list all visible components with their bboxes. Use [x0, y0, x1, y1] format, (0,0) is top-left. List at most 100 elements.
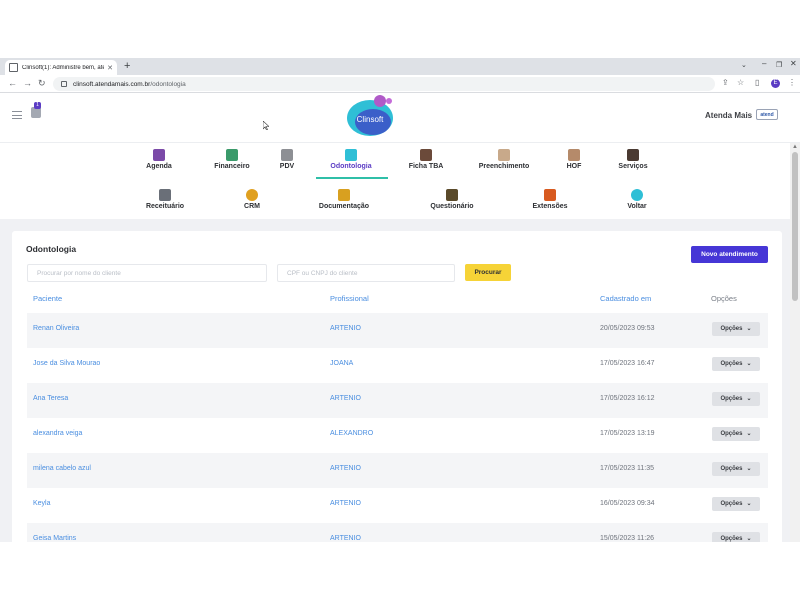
url-text: clinsoft.atendamais.com.br/odontologia	[73, 80, 186, 88]
row-options-button[interactable]: Opções ⌄	[712, 357, 760, 371]
address-bar-row: ← → ↻ clinsoft.atendamais.com.br/odontol…	[0, 75, 800, 93]
professional-name[interactable]: ALEXANDRO	[330, 430, 373, 437]
table-row[interactable]: alexandra veiga ALEXANDRO 17/05/2023 13:19…	[27, 418, 768, 453]
module-question-rio[interactable]: Questionário	[417, 189, 487, 210]
options-label: Opções	[720, 361, 743, 367]
new-appointment-button[interactable]: Novo atendimento	[691, 246, 768, 263]
url-bar[interactable]: clinsoft.atendamais.com.br/odontologia	[53, 77, 715, 91]
browser-tab[interactable]: Clinsoft(1): Administre bem, aten ✕	[5, 60, 117, 75]
profile-avatar[interactable]: E	[771, 79, 780, 88]
module-odontologia[interactable]: Odontologia	[316, 149, 386, 170]
row-options-button[interactable]: Opções ⌄	[712, 392, 760, 406]
header-professional[interactable]: Profissional	[330, 294, 369, 303]
chevron-down-icon: ⌄	[746, 501, 752, 507]
table-row[interactable]: Geisa Martins ARTENIO 15/05/2023 11:26 Opçõ…	[27, 523, 768, 542]
lock-icon	[61, 81, 67, 87]
prescription-icon	[159, 189, 171, 201]
professional-name[interactable]: ARTENIO	[330, 535, 361, 542]
finance-chart-icon	[226, 149, 238, 161]
professional-avatar-icon	[627, 149, 639, 161]
module-servi-os[interactable]: Serviços	[598, 149, 668, 170]
table-row[interactable]: milena cabelo azul ARTENIO 17/05/2023 11:3…	[27, 453, 768, 488]
tab-strip: Clinsoft(1): Administre bem, aten ✕ + ⌄ …	[0, 58, 800, 75]
created-date: 16/05/2023 09:34	[600, 500, 655, 507]
tab-search-icon[interactable]: ⌄	[741, 61, 747, 69]
chevron-down-icon: ⌄	[746, 326, 752, 332]
close-window-icon[interactable]: ✕	[790, 59, 797, 68]
documents-icon	[338, 189, 350, 201]
module-crm[interactable]: CRM	[217, 189, 287, 210]
brand-logo[interactable]: atend	[756, 109, 778, 120]
module-pdv[interactable]: PDV	[252, 149, 322, 170]
module-label: Extensões	[532, 203, 568, 210]
new-tab-icon[interactable]: +	[124, 60, 130, 73]
module-label: Agenda	[146, 163, 172, 170]
professional-name[interactable]: ARTENIO	[330, 325, 361, 332]
close-tab-icon[interactable]: ✕	[107, 64, 113, 72]
table-row[interactable]: Jose da Silva Mourao JOANA 17/05/2023 16:4…	[27, 348, 768, 383]
row-options-button[interactable]: Opções ⌄	[712, 427, 760, 441]
chevron-down-icon: ⌄	[746, 361, 752, 367]
app-header: 1 Clinsoft Atenda Mais atend	[0, 93, 800, 143]
patient-name[interactable]: Jose da Silva Mourao	[33, 360, 100, 367]
browser-window: Clinsoft(1): Administre bem, aten ✕ + ⌄ …	[0, 58, 800, 542]
module-voltar[interactable]: Voltar	[602, 189, 672, 210]
clinsoft-logo[interactable]: Clinsoft	[343, 94, 397, 138]
active-module-indicator	[316, 177, 388, 179]
patient-name[interactable]: milena cabelo azul	[33, 465, 91, 472]
menu-dots-icon[interactable]: ⋮	[788, 78, 796, 87]
professional-name[interactable]: ARTENIO	[330, 500, 361, 507]
module-receitu-rio[interactable]: Receituário	[130, 189, 200, 210]
search-cpf-input[interactable]	[277, 264, 455, 282]
module-documenta-o[interactable]: Documentação	[309, 189, 379, 210]
back-icon[interactable]: ←	[8, 78, 17, 89]
chevron-down-icon: ⌄	[746, 466, 752, 472]
bookmark-star-icon[interactable]: ☆	[737, 78, 744, 87]
module-preenchimento[interactable]: Preenchimento	[469, 149, 539, 170]
professional-name[interactable]: ARTENIO	[330, 465, 361, 472]
reload-icon[interactable]: ↻	[38, 78, 46, 89]
patient-name[interactable]: Geisa Martins	[33, 535, 76, 542]
module-label: Questionário	[430, 203, 474, 210]
professional-name[interactable]: ARTENIO	[330, 395, 361, 402]
page-scrollbar[interactable]: ▲	[790, 143, 800, 542]
scrollbar-thumb[interactable]	[792, 152, 798, 301]
created-date: 20/05/2023 09:53	[600, 325, 655, 332]
module-ficha-tba[interactable]: Ficha TBA	[391, 149, 461, 170]
options-label: Opções	[720, 536, 743, 542]
table-row[interactable]: Renan Oliveira ARTENIO 20/05/2023 09:53 Opç…	[27, 313, 768, 348]
back-arrow-icon	[631, 189, 643, 201]
table-row[interactable]: Keyla ARTENIO 16/05/2023 09:34 Opções ⌄	[27, 488, 768, 523]
minimize-icon[interactable]: –	[762, 59, 766, 68]
row-options-button[interactable]: Opções ⌄	[712, 322, 760, 336]
table-row[interactable]: Ana Teresa ARTENIO 17/05/2023 16:12 Opções ⌄	[27, 383, 768, 418]
notification-icon[interactable]: 1	[31, 102, 41, 118]
scroll-up-icon[interactable]: ▲	[792, 144, 798, 150]
header-created[interactable]: Cadastrado em	[600, 294, 651, 303]
header-patient[interactable]: Paciente	[33, 294, 62, 303]
monitor-favicon-icon	[9, 63, 18, 72]
professional-name[interactable]: JOANA	[330, 360, 353, 367]
row-options-button[interactable]: Opções ⌄	[712, 497, 760, 511]
patient-name[interactable]: alexandra veiga	[33, 430, 82, 437]
row-options-button[interactable]: Opções ⌄	[712, 462, 760, 476]
module-extens-es[interactable]: Extensões	[515, 189, 585, 210]
created-date: 17/05/2023 13:19	[600, 430, 655, 437]
tab-title: Clinsoft(1): Administre bem, aten	[22, 64, 105, 71]
restore-icon[interactable]: ❐	[776, 61, 782, 69]
search-button[interactable]: Procurar	[465, 264, 511, 281]
module-agenda[interactable]: Agenda	[124, 149, 194, 170]
row-options-button[interactable]: Opções ⌄	[712, 532, 760, 542]
patient-name[interactable]: Ana Teresa	[33, 395, 68, 402]
side-panel-icon[interactable]: ▯	[755, 78, 759, 87]
share-icon[interactable]: ⇪	[722, 78, 729, 87]
chevron-down-icon: ⌄	[746, 431, 752, 437]
search-name-input[interactable]	[27, 264, 267, 282]
extensions-icon	[544, 189, 556, 201]
patient-name[interactable]: Keyla	[33, 500, 51, 507]
hamburger-menu-icon[interactable]	[12, 111, 22, 119]
forward-icon[interactable]: →	[23, 78, 32, 89]
logo-text: Clinsoft	[357, 115, 384, 124]
patient-name[interactable]: Renan Oliveira	[33, 325, 79, 332]
created-date: 17/05/2023 16:12	[600, 395, 655, 402]
